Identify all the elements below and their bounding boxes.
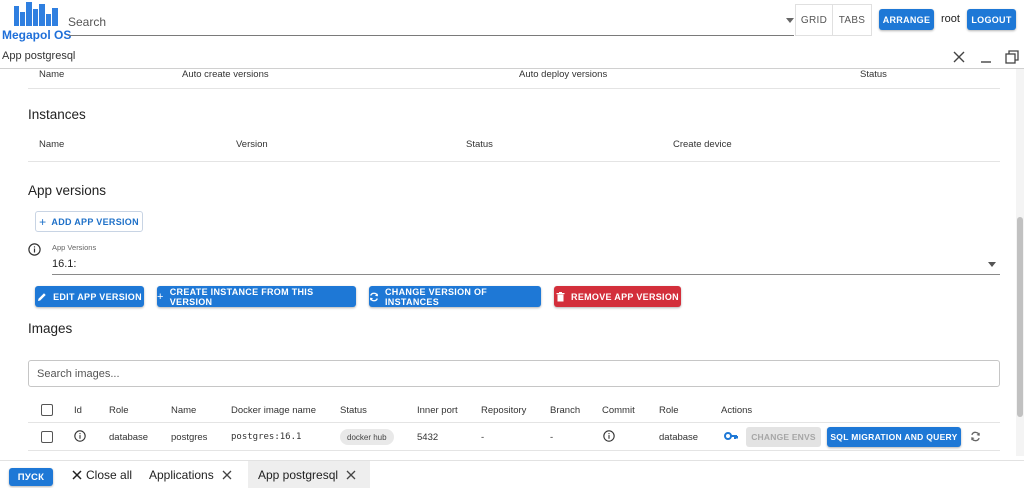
row-branch: - <box>550 432 554 443</box>
close-icon <box>72 470 82 480</box>
minimize-icon[interactable] <box>977 48 995 66</box>
key-icon[interactable] <box>724 431 738 441</box>
instances-col-create-device: Create device <box>673 139 732 150</box>
versions-col-auto-deploy: Auto deploy versions <box>519 69 608 80</box>
close-all-button[interactable]: Close all <box>72 461 132 488</box>
tabs-button[interactable]: TABS <box>832 4 872 36</box>
global-search[interactable] <box>68 10 794 36</box>
images-col-commit: Commit <box>602 405 635 416</box>
scrollbar-thumb[interactable] <box>1017 217 1023 417</box>
change-version-button[interactable]: CHANGE VERSION OF INSTANCES <box>369 286 541 307</box>
divider <box>28 450 1000 451</box>
status-badge: docker hub <box>340 429 394 445</box>
images-title: Images <box>28 321 73 336</box>
images-col-branch: Branch <box>550 405 581 416</box>
close-all-label: Close all <box>86 468 133 482</box>
logout-button[interactable]: LOGOUT <box>967 9 1016 30</box>
divider <box>28 422 1000 423</box>
images-col-name: Name <box>171 405 197 416</box>
logo-text: Megapol OS <box>2 28 72 42</box>
images-col-actions: Actions <box>721 405 753 416</box>
instances-col-version: Version <box>236 139 268 150</box>
images-col-id: Id <box>74 405 82 416</box>
select-arrow-icon[interactable] <box>988 262 996 267</box>
create-instance-button[interactable]: + CREATE INSTANCE FROM THIS VERSION <box>157 286 356 307</box>
global-search-input[interactable] <box>68 10 768 34</box>
restore-window-icon[interactable] <box>1003 48 1021 66</box>
divider <box>28 88 1000 89</box>
create-instance-label: CREATE INSTANCE FROM THIS VERSION <box>169 286 314 307</box>
images-search-field[interactable] <box>28 360 1000 387</box>
app-versions-select-value[interactable]: 16.1: <box>52 258 76 270</box>
remove-app-version-label: REMOVE APP VERSION <box>571 291 679 302</box>
images-col-docker-image: Docker image name <box>231 405 317 416</box>
instances-col-name: Name <box>39 139 65 150</box>
change-version-label: CHANGE VERSION OF INSTANCES <box>385 286 488 307</box>
commit-info-icon[interactable] <box>603 430 615 442</box>
grid-button[interactable]: GRID <box>795 4 833 36</box>
plus-icon: + <box>157 290 164 303</box>
edit-app-version-label: EDIT APP VERSION <box>53 291 142 302</box>
app-versions-select-label: App Versions <box>52 243 97 252</box>
window-title-bar: App postgresql <box>0 44 1024 69</box>
add-app-version-button[interactable]: + ADD APP VERSION <box>35 211 143 232</box>
megapol-logo[interactable]: Megapol OS <box>2 0 72 44</box>
divider <box>28 161 1000 162</box>
app-versions-select-underline <box>52 274 1000 275</box>
row-inner-port: 5432 <box>417 432 439 443</box>
app-versions-title: App versions <box>28 183 107 198</box>
instances-col-status: Status <box>466 139 493 150</box>
sql-migration-button[interactable]: SQL MIGRATION AND QUERY <box>827 427 961 447</box>
change-envs-button[interactable]: CHANGE ENVS <box>746 427 821 447</box>
close-icon[interactable] <box>950 48 968 66</box>
row-role: database <box>109 432 149 443</box>
images-col-role-2: Role <box>659 405 679 416</box>
select-all-checkbox[interactable] <box>41 404 53 416</box>
window-title: App postgresql <box>2 50 76 62</box>
logo-buildings-icon <box>14 2 60 26</box>
images-col-repository: Repository <box>481 405 527 416</box>
close-tab-icon[interactable] <box>222 470 232 480</box>
row-repository: - <box>481 432 485 443</box>
arrange-button[interactable]: ARRANGE <box>879 9 934 30</box>
taskbar: ПУСК Close all Applications App postgres… <box>0 460 1024 488</box>
row-role-2: database <box>659 432 699 443</box>
app-details-panel: Name Auto create versions Auto deploy ve… <box>0 69 1016 456</box>
images-search-input[interactable] <box>29 361 969 386</box>
refresh-icon[interactable] <box>970 431 981 442</box>
sync-icon <box>369 292 379 302</box>
images-col-status: Status <box>340 405 367 416</box>
remove-app-version-button[interactable]: REMOVE APP VERSION <box>554 286 681 307</box>
task-tab-app-postgresql[interactable]: App postgresql <box>248 461 370 488</box>
add-app-version-label: ADD APP VERSION <box>51 216 139 227</box>
search-dropdown-arrow-icon[interactable] <box>786 18 794 23</box>
start-button[interactable]: ПУСК <box>9 468 53 486</box>
task-tab-label: App postgresql <box>258 468 339 482</box>
edit-app-version-button[interactable]: EDIT APP VERSION <box>35 286 144 307</box>
versions-col-name: Name <box>39 69 65 80</box>
content-scrollbar[interactable] <box>1016 69 1024 456</box>
task-tab-label: Applications <box>149 468 214 482</box>
username: root <box>941 13 960 25</box>
top-bar: Megapol OS GRID TABS ARRANGE root LOGOUT <box>0 0 1024 44</box>
info-icon <box>28 243 41 256</box>
versions-col-status: Status <box>860 69 887 80</box>
versions-col-auto-create: Auto create versions <box>182 69 269 80</box>
instances-title: Instances <box>28 107 86 122</box>
images-col-inner-port: Inner port <box>417 405 458 416</box>
trash-icon <box>556 291 565 302</box>
row-checkbox[interactable] <box>41 431 53 443</box>
pencil-icon <box>37 292 47 302</box>
task-tab-applications[interactable]: Applications <box>149 461 232 488</box>
images-col-role: Role <box>109 405 129 416</box>
plus-icon: + <box>39 214 47 229</box>
row-docker-image: postgres:16.1 <box>231 432 302 442</box>
close-tab-icon[interactable] <box>346 470 356 480</box>
row-name: postgres <box>171 432 208 443</box>
info-icon[interactable] <box>74 430 86 442</box>
